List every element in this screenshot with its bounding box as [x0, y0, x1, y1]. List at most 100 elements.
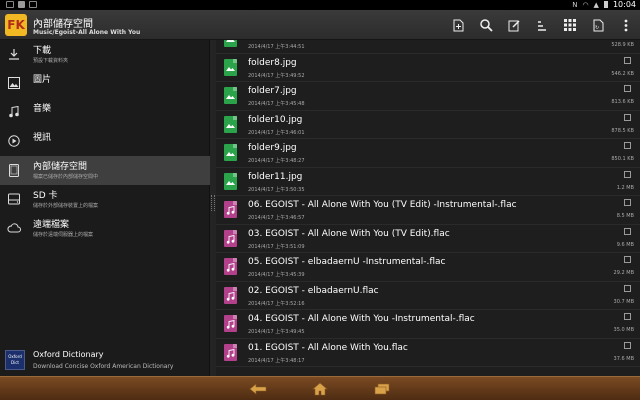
file-name: folder7.jpg [248, 86, 297, 96]
sidebar-item-video[interactable]: 視訊 [0, 127, 210, 156]
file-name: 03. EGOIST - All Alone With You (TV Edit… [248, 228, 450, 239]
phone-icon [7, 163, 21, 177]
file-date: 2014/4/17 上午3:51:09 [248, 243, 305, 250]
file-date: 2014/4/17 上午3:45:48 [248, 101, 305, 107]
file-name: 05. EGOIST - elbadaernU -Instrumental-.f… [248, 257, 446, 267]
file-date: 2014/4/17 上午3:49:52 [248, 72, 305, 79]
file-date: 2014/4/17 上午3:46:57 [248, 215, 305, 221]
new-file-icon[interactable] [444, 10, 472, 40]
sidebar-item-label: 視訊 [33, 133, 52, 143]
sort-icon[interactable] [528, 10, 556, 40]
audio-file-icon [224, 201, 237, 218]
file-row[interactable]: folder11.jpg 2014/4/17 上午3:50:35 1.2 MB [216, 168, 640, 196]
file-checkbox[interactable] [624, 142, 631, 149]
file-row[interactable]: 04. EGOIST - All Alone With You -Instrum… [216, 310, 640, 339]
sidebar-item-label: 內部儲存空間 [33, 162, 88, 172]
app-logo-icon[interactable]: FK [5, 14, 27, 36]
file-row[interactable]: 03. EGOIST - All Alone With You (TV Edit… [216, 225, 640, 253]
drag-handle[interactable] [211, 195, 215, 211]
refresh-icon[interactable]: ↻ [584, 10, 612, 40]
image-file-icon [224, 115, 237, 133]
file-size: 30.7 MB [613, 298, 634, 305]
home-icon[interactable] [309, 380, 331, 398]
file-row[interactable]: 02. EGOIST - elbadaernU.flac 2014/4/17 上午… [216, 282, 640, 310]
cloud-icon [7, 221, 21, 235]
promo-desc: Download Concise Oxford American Diction… [33, 363, 174, 370]
page-title: 內部儲存空間 [33, 19, 93, 30]
image-file-icon [224, 58, 237, 76]
music-icon [7, 105, 21, 119]
file-size: 37.6 MB [613, 355, 634, 362]
file-size: 1.2 MB [616, 184, 634, 191]
file-checkbox[interactable] [624, 56, 631, 64]
walkman-notification-icon [29, 1, 37, 8]
grid-view-icon[interactable] [556, 10, 584, 40]
file-date: 2014/4/17 上午3:48:27 [248, 158, 305, 164]
file-size: 35.0 MB [613, 327, 634, 333]
file-checkbox[interactable] [624, 284, 631, 292]
image-file-icon [224, 144, 237, 161]
file-row[interactable]: folder10.jpg 2014/4/17 上午3:46:01 878.5 KB [216, 111, 640, 139]
sd-card-icon [7, 192, 21, 206]
image-icon [7, 76, 21, 90]
oxford-dictionary-promo[interactable]: Oxford Dict Oxford Dictionary Download C… [0, 345, 210, 375]
sidebar-item-desc: 檔案已儲存於內部儲存空間中 [33, 174, 99, 180]
overflow-menu-icon[interactable] [612, 10, 640, 40]
file-name: folder8.jpg [248, 57, 297, 68]
download-icon [7, 47, 21, 61]
file-checkbox[interactable] [624, 313, 631, 320]
audio-file-icon [224, 286, 237, 304]
audio-file-icon [224, 258, 237, 275]
file-date: 2014/4/17 上午3:45:39 [248, 272, 305, 278]
audio-file-icon [224, 315, 237, 332]
file-date: 2014/4/17 上午3:46:01 [248, 129, 305, 136]
file-row[interactable]: folder.jpg2014/4/17 上午3:44:51528.9 KB [216, 40, 640, 54]
recent-apps-icon[interactable] [371, 380, 393, 398]
action-bar: FK 內部儲存空間 Music/Egoist-All Alone With Yo… [0, 10, 640, 40]
sidebar-item-label: SD 卡 [33, 191, 58, 201]
search-icon[interactable] [472, 10, 500, 40]
file-date: 2014/4/17 上午3:44:51 [248, 44, 305, 50]
file-checkbox[interactable] [624, 113, 631, 121]
file-name: folder11.jpg [248, 171, 303, 182]
file-name: 02. EGOIST - elbadaernU.flac [248, 285, 379, 296]
file-checkbox[interactable] [624, 227, 631, 235]
edit-icon[interactable] [500, 10, 528, 40]
file-date: 2014/4/17 上午3:49:45 [248, 329, 305, 335]
gallery-notification-icon [6, 1, 14, 8]
file-checkbox[interactable] [624, 256, 631, 263]
file-checkbox[interactable] [624, 170, 631, 178]
wifi-icon: ◠ [582, 0, 589, 9]
file-size: 29.2 MB [613, 270, 634, 276]
file-size: 546.2 KB [611, 70, 634, 77]
sidebar-item-label: 遠端檔案 [33, 220, 70, 230]
sidebar-item-remote-files[interactable]: 遠端檔案 儲存於遠端伺服器上的檔案 [0, 214, 210, 243]
file-size: 813.6 KB [611, 99, 634, 105]
clock: 10:04 [612, 0, 636, 9]
nfc-icon: N [572, 0, 578, 9]
sidebar-item-internal-storage[interactable]: 內部儲存空間 檔案已儲存於內部儲存空間中 [0, 156, 210, 185]
file-checkbox[interactable] [624, 85, 631, 92]
sidebar-item-label: 圖片 [33, 75, 52, 85]
file-row[interactable]: folder9.jpg 2014/4/17 上午3:48:27 850.1 KB [216, 139, 640, 168]
sidebar-item-label: 下載 [33, 46, 52, 56]
file-checkbox[interactable] [624, 341, 631, 349]
audio-file-icon [224, 343, 237, 361]
file-row[interactable]: 01. EGOIST - All Alone With You.flac 2014… [216, 339, 640, 367]
back-icon[interactable] [247, 380, 269, 398]
file-name: 04. EGOIST - All Alone With You -Instrum… [248, 314, 475, 324]
screen: N ◠ ▲ 10:04 FK 內部儲存空間 Music/Egoist-All A… [0, 0, 640, 400]
sidebar-item-pictures[interactable]: 圖片 [0, 69, 210, 98]
oxford-dictionary-logo: Oxford Dict [5, 350, 25, 370]
file-row[interactable]: 05. EGOIST - elbadaernU -Instrumental-.f… [216, 253, 640, 282]
file-row[interactable]: folder7.jpg 2014/4/17 上午3:45:48 813.6 KB [216, 82, 640, 111]
sidebar-item-music[interactable]: 音樂 [0, 98, 210, 127]
file-row[interactable]: folder8.jpg 2014/4/17 上午3:49:52 546.2 KB [216, 54, 640, 82]
file-row[interactable]: 06. EGOIST - All Alone With You (TV Edit… [216, 196, 640, 225]
sidebar-item-download[interactable]: 下載 預設下載資料夾 [0, 40, 210, 69]
sidebar-item-desc: 儲存於遠端伺服器上的檔案 [33, 232, 94, 238]
file-checkbox[interactable] [624, 199, 631, 206]
file-date: 2014/4/17 上午3:50:35 [248, 186, 305, 193]
sidebar-item-sd-card[interactable]: SD 卡 儲存於外部儲存裝置上的檔案 [0, 185, 210, 214]
audio-file-icon [224, 229, 237, 247]
